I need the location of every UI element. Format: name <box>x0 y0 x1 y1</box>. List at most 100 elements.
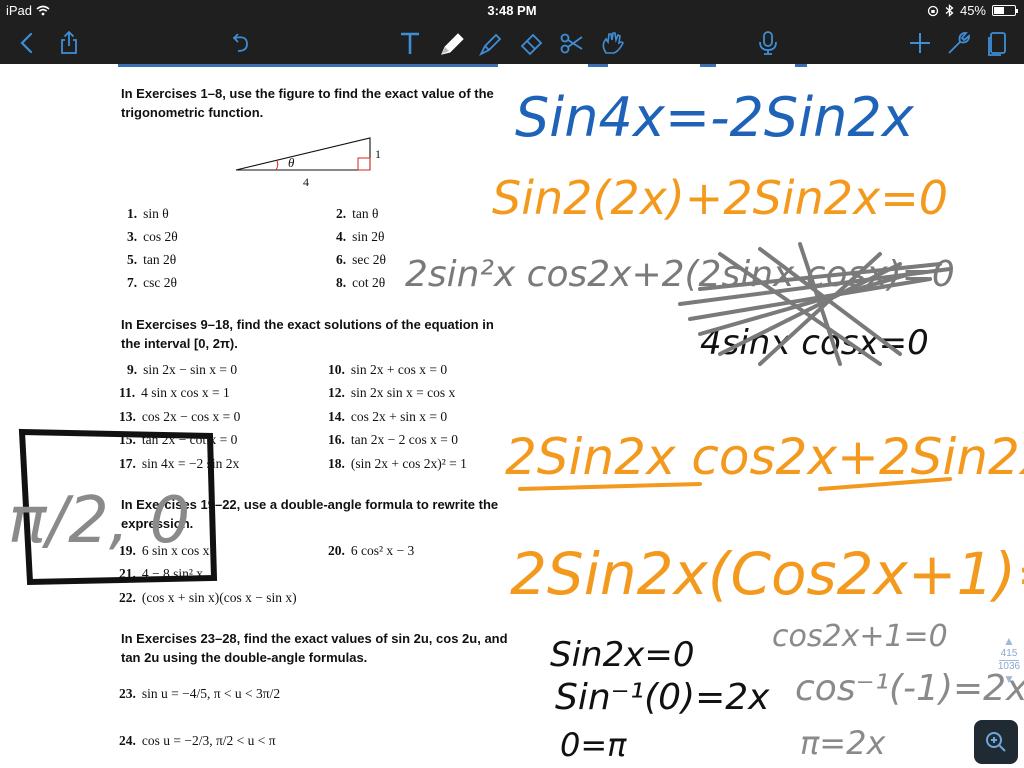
section-1-heading: In Exercises 1–8, use the figure to find… <box>121 86 494 120</box>
exercise-text: sin 2θ <box>352 229 385 244</box>
scissors-tool-button[interactable] <box>555 26 589 60</box>
section-2-heading: In Exercises 9–18, find the exact soluti… <box>121 317 494 351</box>
exercise-item: 8. cot 2θ <box>336 275 385 291</box>
ink-line-5c: 0=π <box>560 726 627 764</box>
ink-line-6b: cos⁻¹(-1)=2x <box>795 668 1024 709</box>
figure-side-label: 1 <box>375 147 381 161</box>
text-tool-button[interactable] <box>393 26 427 60</box>
exercise-number: 3. <box>127 229 138 244</box>
pages-icon <box>988 32 1006 56</box>
exercise-number: 22. <box>119 590 136 605</box>
section-3-heading: In Exercises 19–22, use a double-angle f… <box>121 497 499 531</box>
exercise-text: 4 sin x cos x = 1 <box>141 385 230 400</box>
exercise-number: 17. <box>119 456 136 471</box>
undo-icon <box>232 33 248 52</box>
add-button[interactable] <box>903 26 937 60</box>
exercise-text: cot 2θ <box>352 275 386 290</box>
exercise-number: 13. <box>119 409 136 424</box>
exercise-item: 18. (sin 2x + cos 2x)² = 1 <box>328 456 467 472</box>
exercise-item: 13. cos 2x − cos x = 0 <box>119 409 240 425</box>
exercise-text: cos u = −2/3, π/2 < u < π <box>141 733 276 748</box>
exercise-text: csc 2θ <box>143 275 177 290</box>
exercise-item: 20. 6 cos² x − 3 <box>328 543 414 559</box>
exercise-number: 18. <box>328 456 345 471</box>
status-bar: iPad 3:48 PM 45% <box>0 0 1024 22</box>
ink-line-5b: Sin⁻¹(0)=2x <box>555 677 770 718</box>
exercise-text: sin 2x − sin x = 0 <box>143 362 238 377</box>
settings-button[interactable] <box>942 26 976 60</box>
exercise-text: sin u = −4/5, π < u < 3π/2 <box>141 686 281 701</box>
exercise-number: 14. <box>328 409 345 424</box>
exercise-item: 17. sin 4x = −2 sin 2x <box>119 456 239 472</box>
exercise-item: 5. tan 2θ <box>127 252 176 268</box>
exercise-item: 6. sec 2θ <box>336 252 386 268</box>
add-icon <box>910 33 930 53</box>
exercise-item: 7. csc 2θ <box>127 275 177 291</box>
exercise-item: 11. 4 sin x cos x = 1 <box>119 385 230 401</box>
exercise-text: sin θ <box>143 206 169 221</box>
pen-tool-icon <box>441 33 464 55</box>
zoom-button[interactable] <box>974 720 1018 764</box>
exercise-number: 21. <box>119 566 136 581</box>
back-button[interactable] <box>10 26 44 60</box>
exercise-number: 23. <box>119 686 136 701</box>
exercise-text: sin 2x sin x = cos x <box>350 385 456 400</box>
ink-line-2: Sin2(2x)+2Sin2x=0 <box>492 171 948 225</box>
share-button[interactable] <box>52 26 86 60</box>
exercise-item: 4. sin 2θ <box>336 229 384 245</box>
exercise-item: 23. sin u = −4/5, π < u < 3π/2 <box>119 686 280 702</box>
document-page[interactable]: In Exercises 1–8, use the figure to find… <box>0 64 1024 768</box>
exercise-number: 12. <box>328 385 345 400</box>
page-up-icon[interactable]: ▲ <box>996 634 1022 648</box>
text-tool-icon <box>401 32 419 54</box>
exercise-number: 4. <box>336 229 347 244</box>
exercise-text: sec 2θ <box>352 252 386 267</box>
undo-button[interactable] <box>223 26 257 60</box>
exercise-number: 1. <box>127 206 138 221</box>
exercise-text: 4 − 8 sin² x <box>141 566 204 581</box>
exercise-number: 5. <box>127 252 138 267</box>
exercise-item: 22. (cos x + sin x)(cos x − sin x) <box>119 590 297 606</box>
exercise-item: 9. sin 2x − sin x = 0 <box>127 362 237 378</box>
ink-line-6a: cos2x+1=0 <box>772 619 948 654</box>
highlighter-tool-button[interactable] <box>474 26 508 60</box>
pages-button[interactable] <box>980 26 1014 60</box>
page-down-icon[interactable]: ▼ <box>996 672 1022 686</box>
pen-tool-button[interactable] <box>434 26 472 60</box>
exercise-item: 16. tan 2x − 2 cos x = 0 <box>328 432 458 448</box>
battery-percent: 45% <box>959 3 986 18</box>
triangle-figure: θ 4 1 <box>235 137 381 189</box>
current-page: 415 <box>1000 648 1018 659</box>
exercise-text: (sin 2x + cos 2x)² = 1 <box>350 456 467 471</box>
exercise-number: 20. <box>328 543 345 558</box>
hand-tool-button[interactable] <box>595 26 629 60</box>
exercise-number: 6. <box>336 252 347 267</box>
exercise-text: cos 2x − cos x = 0 <box>141 409 241 424</box>
ink-crossed-work-2: 4sinx cosx=0 <box>700 323 929 363</box>
exercise-text: tan 2x − cot x = 0 <box>141 432 238 447</box>
ink-line-1: Sin4x=-2Sin2x <box>515 86 915 149</box>
exercise-number: 10. <box>328 362 345 377</box>
wifi-icon <box>36 5 50 16</box>
bluetooth-icon <box>945 4 954 17</box>
scissors-tool-icon <box>560 33 583 54</box>
eraser-tool-button[interactable] <box>515 26 549 60</box>
ink-scribble-out <box>678 242 952 366</box>
section-4-heading: In Exercises 23–28, find the exact value… <box>121 631 508 665</box>
exercise-item: 24. cos u = −2/3, π/2 < u < π <box>119 733 276 749</box>
toolbar <box>0 22 1024 64</box>
exercise-number: 9. <box>127 362 138 377</box>
page-rule <box>588 64 608 67</box>
page-rule <box>795 64 807 67</box>
page-counter[interactable]: ▲ 415 1036 ▼ <box>996 634 1022 686</box>
exercise-text: 6 cos² x − 3 <box>350 543 415 558</box>
exercise-item: 15. tan 2x − cot x = 0 <box>119 432 237 448</box>
orientation-lock-icon <box>927 5 939 16</box>
exercise-number: 24. <box>119 733 136 748</box>
record-audio-button[interactable] <box>751 26 785 60</box>
zoom-in-icon <box>986 732 1006 752</box>
exercise-number: 8. <box>336 275 347 290</box>
exercise-number: 7. <box>127 275 138 290</box>
total-pages: 1036 <box>997 661 1021 672</box>
figure-angle-label: θ <box>288 155 295 170</box>
